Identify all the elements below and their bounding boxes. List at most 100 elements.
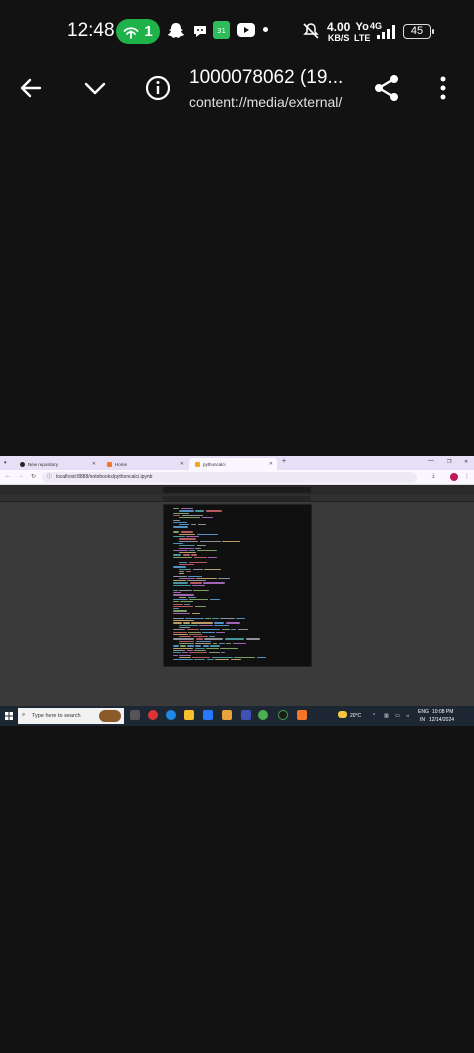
- screenshot-image[interactable]: ▾ New repository ✕ Home ✕ pythoncalci ✕ …: [0, 456, 474, 726]
- chrome-icon[interactable]: [258, 710, 268, 720]
- close-icon[interactable]: ✕: [269, 461, 273, 467]
- download-icon[interactable]: ⤓: [432, 473, 435, 480]
- code-text-fragment: [205, 617, 211, 619]
- code-text-fragment: [195, 643, 212, 645]
- maximize-icon[interactable]: ❐: [447, 459, 451, 465]
- file-uri: content://media/external/: [189, 94, 343, 110]
- battery-icon[interactable]: ▭: [395, 713, 400, 719]
- code-text-fragment: [180, 645, 186, 647]
- more-options-button[interactable]: [427, 72, 459, 104]
- forward-icon[interactable]: →: [18, 473, 24, 479]
- code-text-fragment: [173, 633, 188, 636]
- lang-top[interactable]: ENG: [418, 709, 429, 715]
- code-text-fragment: [173, 645, 179, 647]
- code-text-fragment: [193, 589, 210, 591]
- windows-start-icon[interactable]: [5, 712, 13, 720]
- tab-pythoncalci[interactable]: pythoncalci ✕: [189, 458, 277, 470]
- app-icon[interactable]: [222, 710, 232, 720]
- reload-icon[interactable]: ↻: [31, 473, 36, 480]
- code-text-fragment: [179, 573, 184, 575]
- code-text-fragment: [180, 508, 193, 510]
- back-button[interactable]: [15, 72, 47, 104]
- code-text-fragment: [202, 645, 209, 647]
- code-text-fragment: [173, 526, 188, 528]
- lang-bottom[interactable]: IN: [420, 717, 425, 723]
- network-speed: 4.00 KB/S: [327, 20, 351, 43]
- code-text-fragment: [196, 545, 206, 547]
- tab-home[interactable]: Home ✕: [101, 458, 188, 470]
- code-text-fragment: [225, 622, 240, 624]
- edge-icon[interactable]: [166, 710, 176, 720]
- task-view-icon[interactable]: [130, 710, 140, 720]
- clock-date[interactable]: 12/14/2024: [429, 717, 454, 723]
- network-icon[interactable]: ▥: [384, 713, 389, 719]
- browser-tab-strip: ▾ New repository ✕ Home ✕ pythoncalci ✕ …: [0, 456, 474, 470]
- jupyter-header: [0, 485, 474, 495]
- close-icon[interactable]: ✕: [92, 461, 96, 467]
- arrow-back-icon: [20, 78, 42, 98]
- speed-value: 4.00: [327, 20, 351, 34]
- windows-taskbar: ⌕ Type here to search 20°C ⌃ ▥ ▭ ◃ ENG I…: [0, 706, 474, 726]
- code-text-fragment: [173, 647, 194, 649]
- code-text-fragment: [192, 636, 208, 638]
- code-text-fragment: [173, 617, 184, 619]
- app-icon[interactable]: [241, 710, 251, 720]
- minimize-icon[interactable]: —: [428, 458, 434, 464]
- close-window-icon[interactable]: ✕: [464, 459, 468, 465]
- info-button[interactable]: [142, 72, 174, 104]
- code-text-fragment: [183, 622, 190, 624]
- share-button[interactable]: [371, 72, 403, 104]
- profile-avatar[interactable]: [450, 473, 458, 481]
- tab-new-repository[interactable]: New repository ✕: [14, 458, 100, 470]
- code-text-fragment: [208, 652, 220, 654]
- jupyter-taskbar-icon[interactable]: [297, 710, 307, 720]
- code-text-fragment: [173, 601, 179, 603]
- url-field[interactable]: ⓘ localhost:8888/notebooks/pythoncalci.i…: [42, 472, 417, 483]
- code-text-fragment: [234, 656, 256, 659]
- code-text-fragment: [206, 647, 219, 649]
- collapse-button[interactable]: [79, 72, 111, 104]
- code-text-fragment: [173, 654, 178, 656]
- code-text-fragment: [201, 517, 214, 519]
- jupyter-icon: [107, 461, 112, 467]
- code-text-fragment: [179, 624, 198, 626]
- status-bar: 12:48 1 31 4.00 KB/S Yo LTE 4G 45: [0, 0, 474, 62]
- code-text-fragment: [193, 556, 207, 558]
- volume-icon[interactable]: ◃: [406, 713, 409, 719]
- taskbar-search[interactable]: ⌕ Type here to search: [18, 708, 124, 724]
- speed-unit: KB/S: [327, 33, 350, 43]
- code-text-fragment: [215, 659, 230, 661]
- code-text-fragment: [173, 536, 185, 538]
- back-icon[interactable]: ←: [5, 473, 11, 479]
- code-text-fragment: [218, 577, 231, 580]
- copilot-icon[interactable]: [148, 710, 158, 720]
- code-text-fragment: [185, 570, 192, 573]
- tab-search-icon: ▾: [4, 460, 7, 466]
- youtube-icon: [237, 23, 255, 37]
- code-text-fragment: [173, 519, 181, 521]
- code-text-fragment: [230, 659, 242, 661]
- status-time: 12:48: [67, 20, 115, 41]
- app-icon[interactable]: [278, 710, 288, 720]
- signal-icon: [377, 25, 395, 39]
- code-text-fragment: [196, 577, 217, 580]
- tray-chevron-icon[interactable]: ⌃: [372, 713, 376, 719]
- code-text-fragment: [189, 549, 196, 552]
- code-text-fragment: [188, 575, 202, 577]
- snapchat-icon: [168, 23, 184, 38]
- clock-time[interactable]: 10:08 PM: [432, 709, 453, 715]
- code-text-fragment: [179, 517, 201, 519]
- code-text-fragment: [173, 508, 180, 510]
- new-tab-button[interactable]: +: [282, 458, 286, 465]
- close-icon[interactable]: ✕: [180, 461, 184, 467]
- weather-temp: 20°C: [350, 713, 362, 719]
- hotspot-count: 1: [144, 23, 153, 40]
- code-text-fragment: [216, 631, 225, 633]
- code-text-fragment: [245, 638, 260, 640]
- store-icon[interactable]: [203, 710, 213, 720]
- code-text-fragment: [197, 524, 207, 526]
- code-text-fragment: [194, 605, 206, 608]
- file-explorer-icon[interactable]: [184, 710, 194, 720]
- menu-icon[interactable]: ⋮: [464, 473, 470, 480]
- code-text-fragment: [179, 570, 185, 573]
